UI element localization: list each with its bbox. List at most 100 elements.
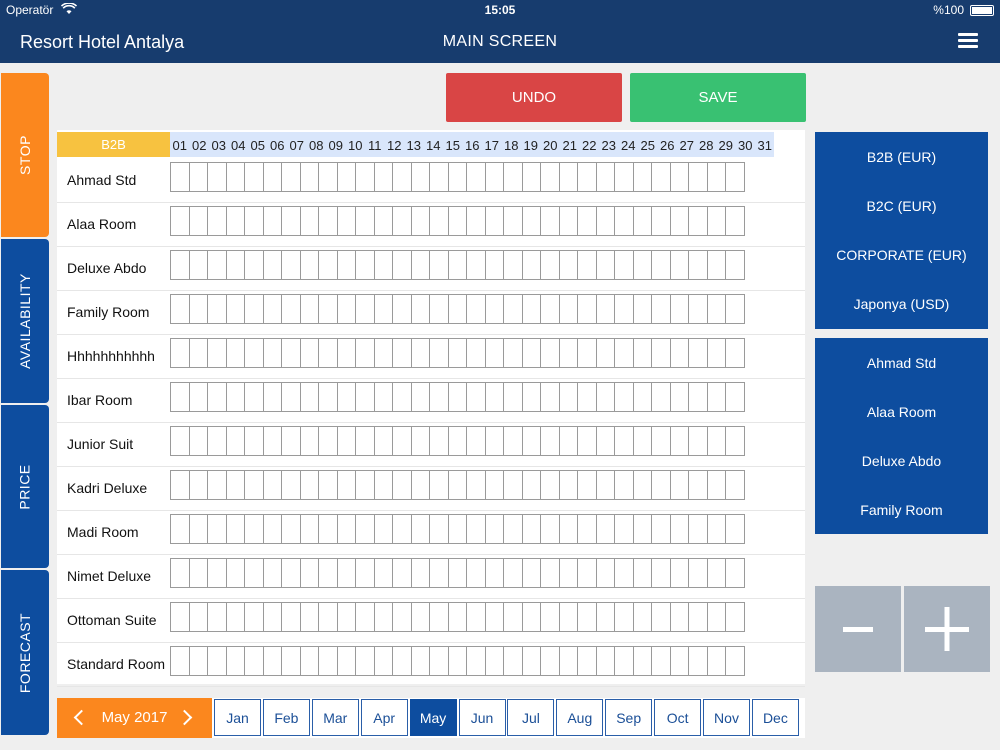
day-cell[interactable] <box>188 250 208 280</box>
day-cell[interactable] <box>225 558 245 588</box>
day-cell[interactable] <box>540 558 560 588</box>
day-cell[interactable] <box>669 338 689 368</box>
day-cell[interactable] <box>595 558 615 588</box>
day-cell[interactable] <box>336 470 356 500</box>
day-cell[interactable] <box>429 294 449 324</box>
day-cell[interactable] <box>577 206 597 236</box>
day-cell[interactable] <box>503 646 523 676</box>
day-cell[interactable] <box>688 558 708 588</box>
day-cell[interactable] <box>225 162 245 192</box>
day-cell[interactable] <box>318 250 338 280</box>
day-cell[interactable] <box>558 294 578 324</box>
day-cell[interactable] <box>503 206 523 236</box>
day-cell[interactable] <box>725 382 745 412</box>
day-cell[interactable] <box>336 514 356 544</box>
month-button-aug[interactable]: Aug <box>556 699 604 736</box>
day-cell[interactable] <box>725 646 745 676</box>
day-cell[interactable] <box>688 514 708 544</box>
day-cell[interactable] <box>706 250 726 280</box>
day-cell[interactable] <box>281 646 301 676</box>
day-cell[interactable] <box>429 558 449 588</box>
day-cell[interactable] <box>373 250 393 280</box>
day-cell[interactable] <box>632 470 652 500</box>
day-cell[interactable] <box>225 382 245 412</box>
day-cell[interactable] <box>540 206 560 236</box>
day-cell[interactable] <box>355 558 375 588</box>
day-cell[interactable] <box>447 294 467 324</box>
day-cell[interactable] <box>170 426 190 456</box>
day-cell[interactable] <box>299 338 319 368</box>
day-cell[interactable] <box>577 426 597 456</box>
day-cell[interactable] <box>373 338 393 368</box>
day-cell[interactable] <box>207 206 227 236</box>
day-cell[interactable] <box>355 382 375 412</box>
tab-stop[interactable]: STOP <box>1 73 49 237</box>
day-cell[interactable] <box>225 470 245 500</box>
day-cell[interactable] <box>410 646 430 676</box>
day-cell[interactable] <box>355 294 375 324</box>
day-cell[interactable] <box>706 294 726 324</box>
day-cell[interactable] <box>188 514 208 544</box>
day-cell[interactable] <box>484 162 504 192</box>
day-cell[interactable] <box>614 602 634 632</box>
day-cell[interactable] <box>355 338 375 368</box>
day-cell[interactable] <box>540 646 560 676</box>
day-cell[interactable] <box>281 294 301 324</box>
day-cell[interactable] <box>281 250 301 280</box>
day-cell[interactable] <box>706 646 726 676</box>
day-cell[interactable] <box>188 426 208 456</box>
day-cell[interactable] <box>521 558 541 588</box>
day-cell[interactable] <box>558 382 578 412</box>
day-cell[interactable] <box>373 646 393 676</box>
day-cell[interactable] <box>503 382 523 412</box>
day-cell[interactable] <box>225 646 245 676</box>
day-cell[interactable] <box>299 602 319 632</box>
month-button-jun[interactable]: Jun <box>458 699 506 736</box>
day-cell[interactable] <box>651 426 671 456</box>
day-cell[interactable] <box>336 162 356 192</box>
day-cell[interactable] <box>669 206 689 236</box>
day-cell[interactable] <box>281 558 301 588</box>
day-cell[interactable] <box>521 382 541 412</box>
day-cell[interactable] <box>632 338 652 368</box>
day-cell[interactable] <box>484 426 504 456</box>
day-cell[interactable] <box>392 206 412 236</box>
day-cell[interactable] <box>410 558 430 588</box>
day-cell[interactable] <box>355 206 375 236</box>
day-cell[interactable] <box>632 514 652 544</box>
day-cell[interactable] <box>281 514 301 544</box>
day-cell[interactable] <box>466 470 486 500</box>
day-cell[interactable] <box>577 470 597 500</box>
day-cell[interactable] <box>484 382 504 412</box>
day-cell[interactable] <box>188 558 208 588</box>
day-cell[interactable] <box>688 162 708 192</box>
day-cell[interactable] <box>632 294 652 324</box>
day-cell[interactable] <box>244 206 264 236</box>
day-cell[interactable] <box>706 470 726 500</box>
day-cell[interactable] <box>651 514 671 544</box>
day-cell[interactable] <box>207 558 227 588</box>
day-cell[interactable] <box>170 294 190 324</box>
day-cell[interactable] <box>466 514 486 544</box>
day-cell[interactable] <box>336 338 356 368</box>
day-cell[interactable] <box>392 426 412 456</box>
day-cell[interactable] <box>299 294 319 324</box>
channel-item[interactable]: Japonya (USD) <box>815 296 988 312</box>
day-cell[interactable] <box>318 294 338 324</box>
day-cell[interactable] <box>521 338 541 368</box>
day-cell[interactable] <box>540 250 560 280</box>
day-cell[interactable] <box>614 162 634 192</box>
day-cell[interactable] <box>262 250 282 280</box>
day-cell[interactable] <box>632 646 652 676</box>
day-cell[interactable] <box>632 250 652 280</box>
day-cell[interactable] <box>410 294 430 324</box>
day-cell[interactable] <box>669 558 689 588</box>
day-cell[interactable] <box>558 470 578 500</box>
day-cell[interactable] <box>262 294 282 324</box>
day-cell[interactable] <box>632 602 652 632</box>
day-cell[interactable] <box>170 602 190 632</box>
day-cell[interactable] <box>429 602 449 632</box>
menu-icon[interactable] <box>958 33 978 48</box>
day-cell[interactable] <box>651 382 671 412</box>
day-cell[interactable] <box>447 338 467 368</box>
